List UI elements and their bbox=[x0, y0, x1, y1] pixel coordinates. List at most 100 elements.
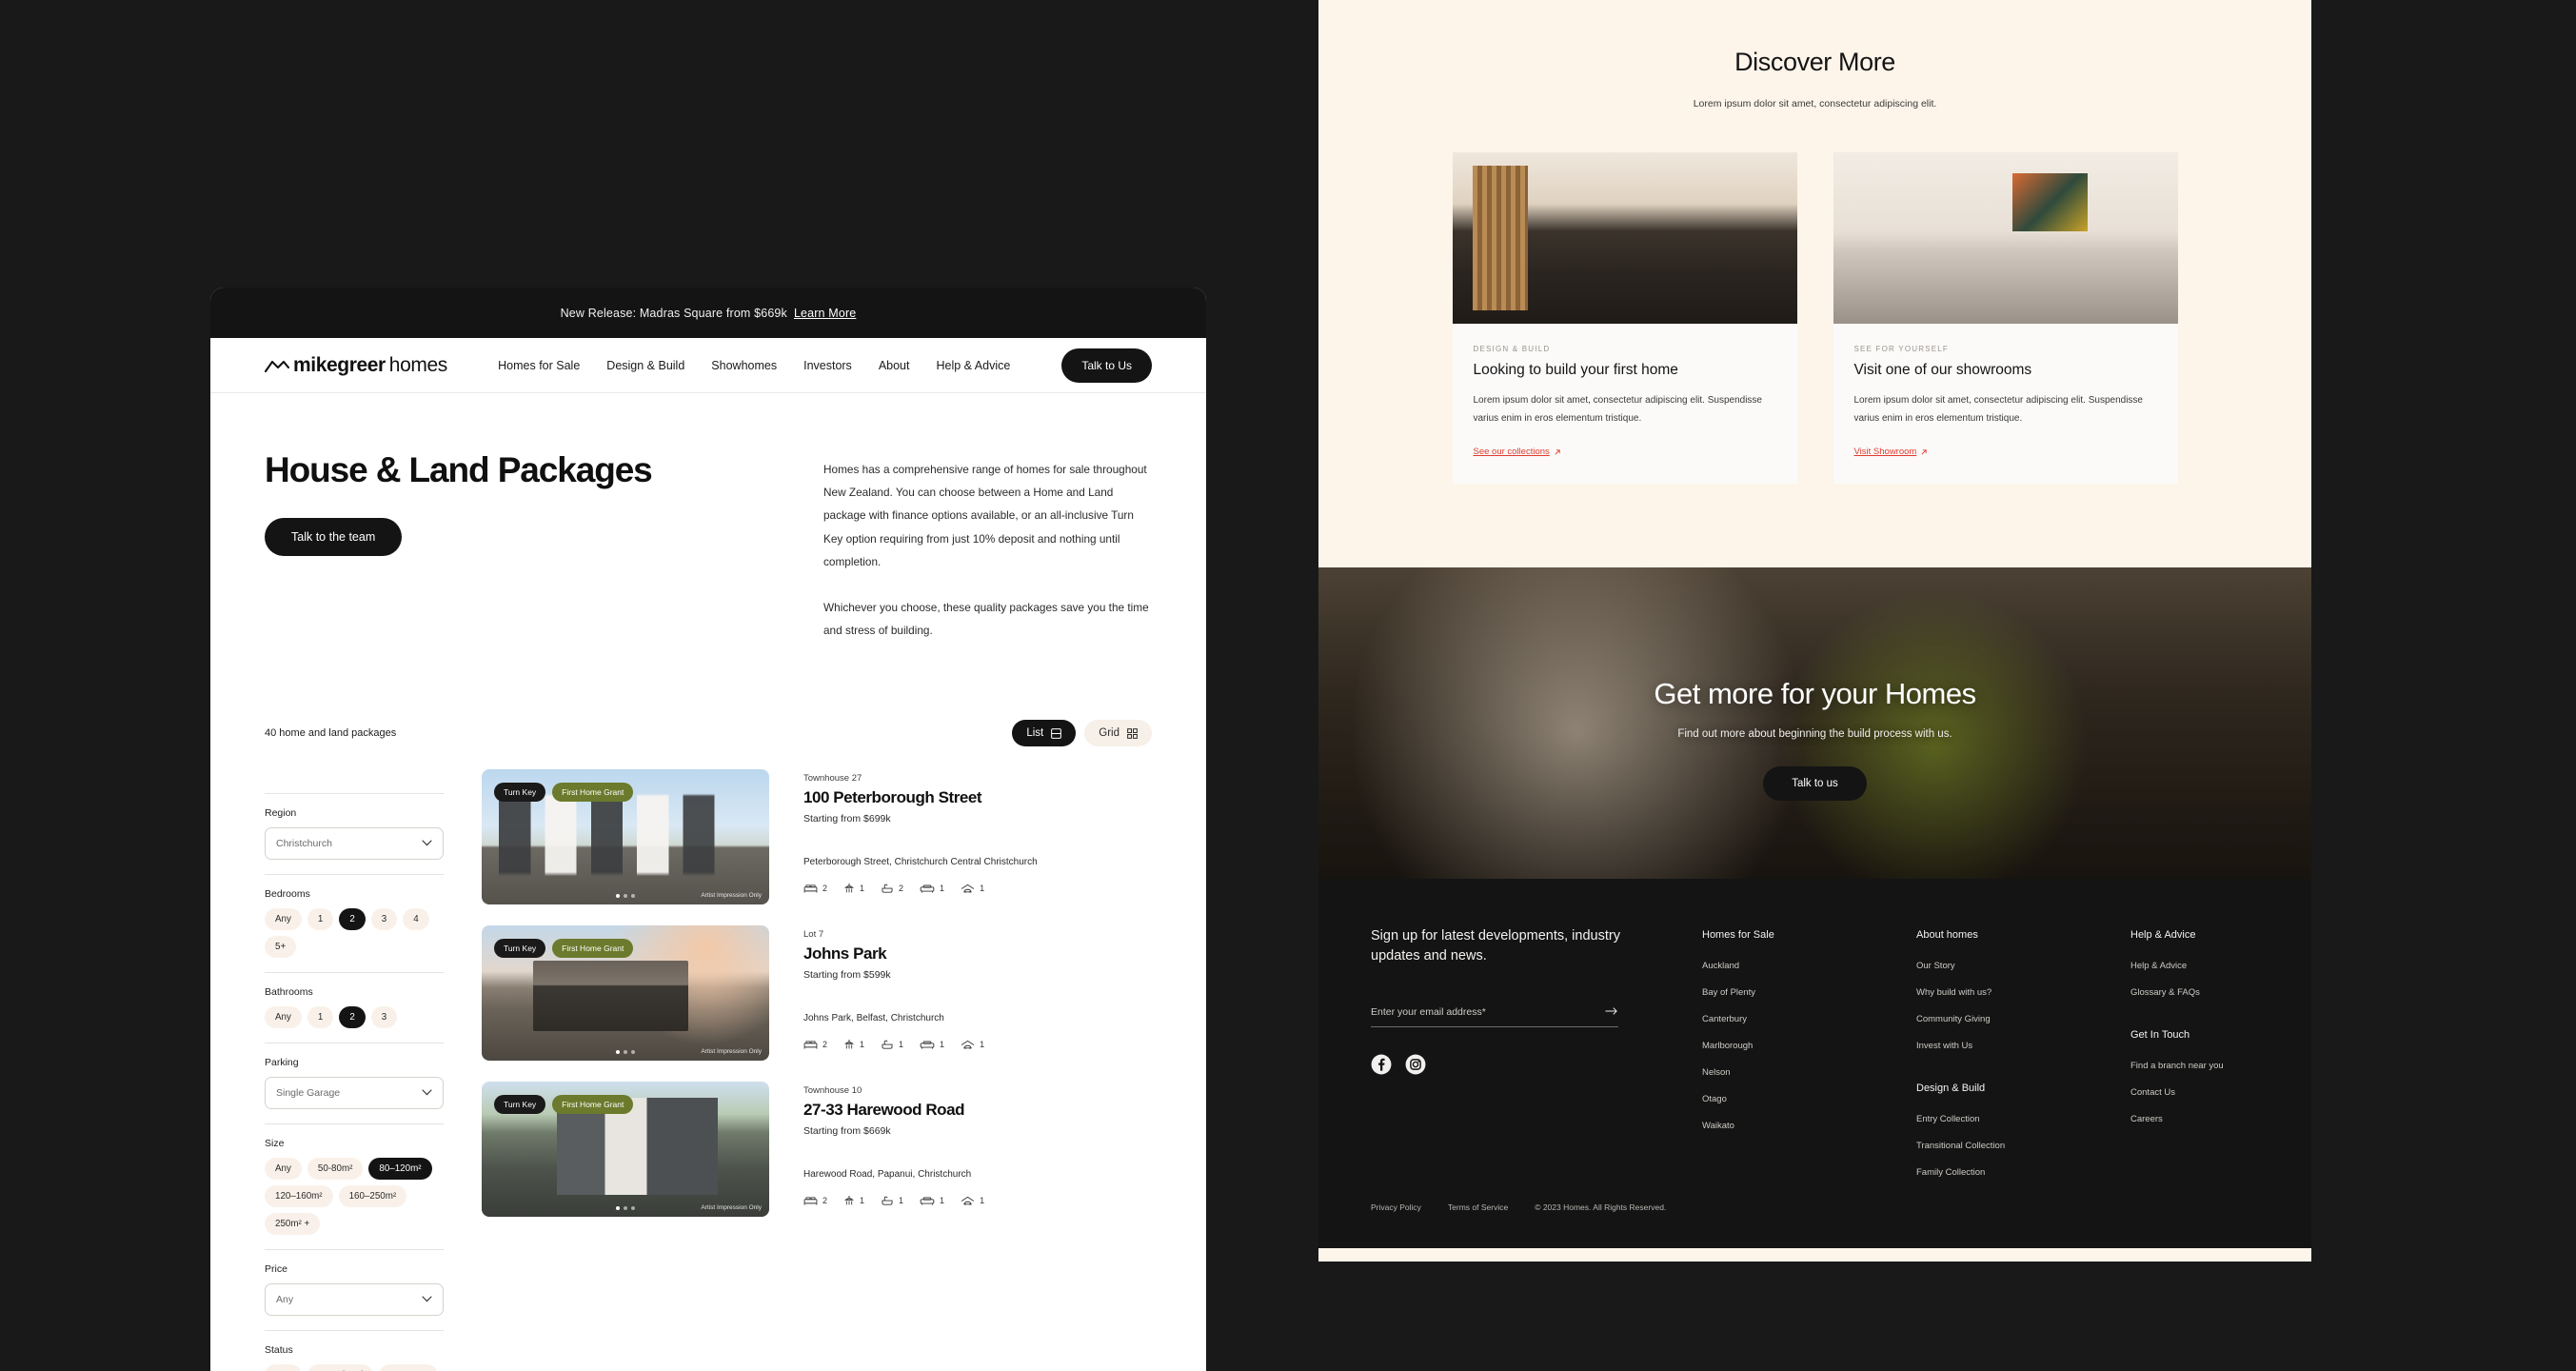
nav-item-help-and-advice[interactable]: Help & Advice bbox=[936, 359, 1010, 372]
listing-title[interactable]: 100 Peterborough Street bbox=[803, 788, 1038, 807]
status-chip-turn-key[interactable]: Turn-Key bbox=[379, 1364, 439, 1371]
spec-living: 1 bbox=[920, 884, 944, 894]
announcement-learn-more-link[interactable]: Learn More bbox=[794, 307, 856, 320]
instagram-icon[interactable] bbox=[1405, 1054, 1426, 1075]
bedrooms-chip-4[interactable]: 4 bbox=[403, 908, 429, 931]
listing-image[interactable]: Turn Key First Home Grant Artist Impress… bbox=[482, 769, 769, 905]
email-signup-field[interactable]: Enter your email address* bbox=[1371, 1004, 1618, 1028]
see-our-collections-link[interactable]: See our collections bbox=[1474, 447, 1561, 457]
brand-logo[interactable]: mikegreer homes bbox=[265, 354, 447, 377]
terms-of-service-link[interactable]: Terms of Service bbox=[1448, 1202, 1508, 1212]
bathrooms-chip-2[interactable]: 2 bbox=[339, 1006, 366, 1029]
listing-card[interactable]: Turn Key First Home Grant Artist Impress… bbox=[482, 925, 1152, 1062]
footer-link-transitional-collection[interactable]: Transitional Collection bbox=[1916, 1141, 2045, 1151]
discover-card-image bbox=[1452, 152, 1797, 324]
discover-card[interactable]: DESIGN & BUILD Looking to build your fir… bbox=[1452, 152, 1797, 484]
footer-link-auckland[interactable]: Auckland bbox=[1702, 961, 1831, 971]
chevron-down-icon bbox=[422, 838, 432, 849]
spec-showers: 1 bbox=[843, 883, 864, 894]
garage-icon bbox=[961, 1040, 975, 1049]
bedrooms-chip-3[interactable]: 3 bbox=[370, 908, 398, 931]
footer-link-canterbury[interactable]: Canterbury bbox=[1702, 1014, 1831, 1024]
footer-link-bay-of-plenty[interactable]: Bay of Plenty bbox=[1702, 987, 1831, 998]
visit-showroom-link[interactable]: Visit Showroom bbox=[1854, 447, 1929, 457]
footer-link-otago[interactable]: Otago bbox=[1702, 1094, 1831, 1104]
privacy-policy-link[interactable]: Privacy Policy bbox=[1371, 1202, 1421, 1212]
bathrooms-chip-1[interactable]: 1 bbox=[307, 1006, 334, 1029]
hero-section: House & Land Packages Talk to the team H… bbox=[210, 393, 1206, 642]
size-chip-250plus[interactable]: 250m² + bbox=[265, 1213, 321, 1236]
carousel-dots[interactable] bbox=[616, 1206, 635, 1211]
footer-signup: Sign up for latest developments, industr… bbox=[1371, 926, 1656, 1248]
parking-select[interactable]: Single Garage bbox=[265, 1077, 444, 1110]
submit-arrow-icon[interactable] bbox=[1605, 1004, 1618, 1019]
nav-item-investors[interactable]: Investors bbox=[803, 359, 852, 372]
carousel-dots[interactable] bbox=[616, 894, 635, 899]
size-chip-160-250[interactable]: 160–250m² bbox=[338, 1185, 407, 1208]
spec-garage: 1 bbox=[961, 1040, 984, 1050]
bath-icon bbox=[882, 1196, 893, 1205]
footer-link-entry-collection[interactable]: Entry Collection bbox=[1916, 1114, 2045, 1124]
talk-to-the-team-button[interactable]: Talk to the team bbox=[265, 517, 403, 556]
talk-to-us-button[interactable]: Talk to Us bbox=[1061, 348, 1152, 383]
size-chip-80-120[interactable]: 80–120m² bbox=[368, 1158, 432, 1181]
footer-link-invest-with-us[interactable]: Invest with Us bbox=[1916, 1041, 2045, 1051]
cta-talk-to-us-button[interactable]: Talk to us bbox=[1763, 766, 1867, 801]
footer-link-help-and-advice[interactable]: Help & Advice bbox=[2130, 961, 2259, 971]
discover-section: Discover More Lorem ipsum dolor sit amet… bbox=[1318, 0, 2311, 484]
listing-badges: Turn Key First Home Grant bbox=[494, 783, 634, 803]
footer-link-community-giving[interactable]: Community Giving bbox=[1916, 1014, 2045, 1024]
footer-link-why-build-with-us[interactable]: Why build with us? bbox=[1916, 987, 2045, 998]
footer-link-contact-us[interactable]: Contact Us bbox=[2130, 1087, 2259, 1098]
listing-card[interactable]: Turn Key First Home Grant Artist Impress… bbox=[482, 1082, 1152, 1218]
footer-link-waikato[interactable]: Waikato bbox=[1702, 1121, 1831, 1131]
listing-image[interactable]: Turn Key First Home Grant Artist Impress… bbox=[482, 925, 769, 1062]
listing-title[interactable]: 27-33 Harewood Road bbox=[803, 1101, 984, 1120]
footer-link-glossary-and-faqs[interactable]: Glossary & FAQs bbox=[2130, 987, 2259, 998]
carousel-dots[interactable] bbox=[616, 1050, 635, 1055]
results-count: 40 home and land packages bbox=[265, 727, 397, 740]
bed-icon bbox=[803, 1041, 818, 1049]
size-chip-any[interactable]: Any bbox=[265, 1158, 302, 1181]
listing-title[interactable]: Johns Park bbox=[803, 944, 984, 964]
listing-specs: 2 1 1 1 1 bbox=[803, 1195, 984, 1206]
size-chip-50-80[interactable]: 50-80m² bbox=[307, 1158, 364, 1181]
spec-bathrooms: 1 bbox=[881, 1196, 903, 1206]
bathrooms-chip-any[interactable]: Any bbox=[265, 1006, 302, 1029]
bathrooms-chip-3[interactable]: 3 bbox=[370, 1006, 398, 1029]
view-grid-button[interactable]: Grid bbox=[1084, 720, 1152, 747]
size-chip-120-160[interactable]: 120–160m² bbox=[265, 1185, 333, 1208]
nav-item-showhomes[interactable]: Showhomes bbox=[711, 359, 777, 372]
listing-body: Lot 7 Johns Park Starting from $599k Joh… bbox=[769, 925, 984, 1061]
bedrooms-chip-5plus[interactable]: 5+ bbox=[265, 936, 297, 959]
footer-link-marlborough[interactable]: Marlborough bbox=[1702, 1041, 1831, 1051]
region-select-value: Christchurch bbox=[276, 838, 332, 850]
footer-link-nelson[interactable]: Nelson bbox=[1702, 1067, 1831, 1078]
nav-item-about[interactable]: About bbox=[879, 359, 910, 372]
nav-item-homes-for-sale[interactable]: Homes for Sale bbox=[498, 359, 580, 372]
price-select[interactable]: Any bbox=[265, 1283, 444, 1317]
listing-image[interactable]: Turn Key First Home Grant Artist Impress… bbox=[482, 1082, 769, 1218]
footer-link-find-a-branch[interactable]: Find a branch near you bbox=[2130, 1061, 2259, 1071]
footer-link-our-story[interactable]: Our Story bbox=[1916, 961, 2045, 971]
status-chip-completed[interactable]: Completed bbox=[307, 1364, 374, 1371]
divider bbox=[265, 874, 444, 876]
image-disclaimer: Artist Impression Only bbox=[701, 1048, 762, 1056]
listing-card[interactable]: Turn Key First Home Grant Artist Impress… bbox=[482, 769, 1152, 905]
region-select[interactable]: Christchurch bbox=[265, 827, 444, 861]
cta-overlay: Get more for your Homes Find out more ab… bbox=[1318, 567, 2311, 910]
status-chip-any[interactable]: Any bbox=[265, 1364, 302, 1371]
discover-card[interactable]: SEE FOR YOURSELF Visit one of our showro… bbox=[1833, 152, 2178, 484]
nav-item-design-and-build[interactable]: Design & Build bbox=[606, 359, 684, 372]
bedrooms-chip-1[interactable]: 1 bbox=[307, 908, 334, 931]
spec-showers-value: 1 bbox=[860, 884, 865, 894]
footer-link-family-collection[interactable]: Family Collection bbox=[1916, 1167, 2045, 1178]
divider bbox=[265, 972, 444, 974]
view-list-button[interactable]: List bbox=[1012, 720, 1077, 747]
facebook-icon[interactable] bbox=[1371, 1054, 1392, 1075]
bedrooms-chip-any[interactable]: Any bbox=[265, 908, 302, 931]
discover-card-kicker: DESIGN & BUILD bbox=[1473, 345, 1551, 353]
filter-parking: Parking Single Garage bbox=[265, 1057, 444, 1110]
bedrooms-chip-2[interactable]: 2 bbox=[339, 908, 366, 931]
footer-link-careers[interactable]: Careers bbox=[2130, 1114, 2259, 1124]
